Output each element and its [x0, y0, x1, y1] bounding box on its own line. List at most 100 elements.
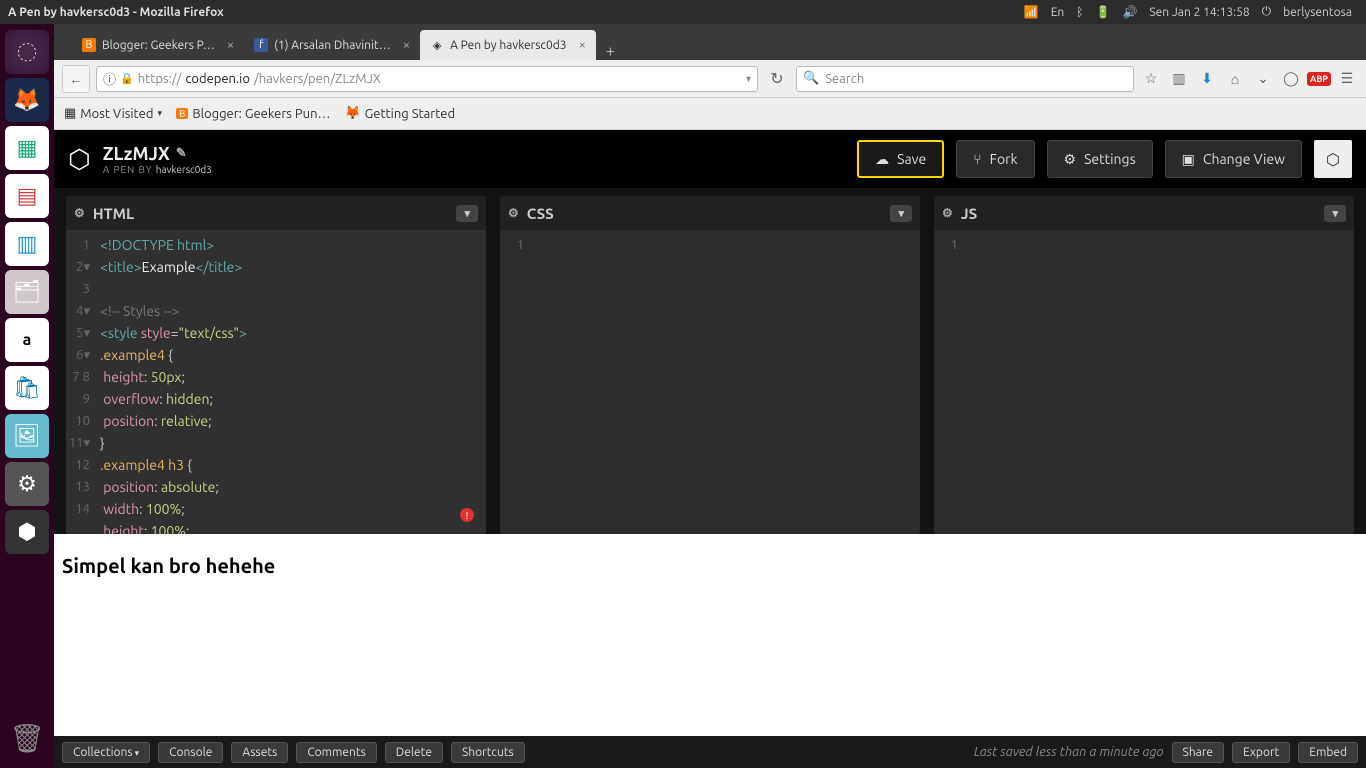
reload-button[interactable]: ↻ [764, 69, 790, 88]
software-center-icon[interactable]: 🛍 [5, 366, 49, 410]
gear-icon[interactable]: ⚙ [508, 206, 519, 220]
libreoffice-writer-icon[interactable]: ▥ [5, 222, 49, 266]
author-link[interactable]: havkersc0d3 [156, 164, 212, 175]
download-icon[interactable]: ⬇ [1196, 70, 1218, 87]
wifi-icon[interactable]: 📶 [1024, 5, 1039, 19]
codepen-footer: Collections Console Assets Comments Dele… [54, 736, 1366, 768]
firefox-icon: 🦊 [344, 106, 360, 121]
chevron-down-icon[interactable]: ▾ [1324, 205, 1346, 222]
codepen-favicon-icon: ◈ [430, 38, 444, 52]
abp-icon[interactable]: ABP [1308, 72, 1330, 86]
bookmark-blogger[interactable]: BBlogger: Geekers Pun… [176, 107, 331, 121]
battery-icon[interactable]: 🔋 [1095, 5, 1110, 19]
firefox-icon[interactable]: 🦊 [5, 78, 49, 122]
css-code[interactable] [530, 230, 920, 534]
chevron-down-icon[interactable]: ▾ [456, 205, 478, 222]
bookmarks-toolbar: ▦Most Visited▾ BBlogger: Geekers Pun… 🦊G… [54, 98, 1366, 130]
system-menubar: A Pen by havkersc0d3 - Mozilla Firefox 📶… [0, 0, 1366, 24]
gear-icon[interactable]: ⚙ [74, 206, 85, 220]
devtool-icon[interactable]: ⬢ [5, 510, 49, 554]
pocket-icon[interactable]: ⌄ [1252, 70, 1274, 87]
codepen-logo-icon[interactable]: ⬡ [68, 144, 91, 175]
output-text: Simpel kan bro hehehe [62, 554, 275, 577]
photos-icon[interactable]: 🖼 [5, 414, 49, 458]
gear-icon: ⚙ [1064, 151, 1077, 168]
settings-button[interactable]: ⚙Settings [1047, 140, 1153, 178]
gear-icon[interactable]: ⚙ [942, 206, 953, 220]
amazon-icon[interactable]: a [5, 318, 49, 362]
save-button[interactable]: ☁Save [857, 140, 944, 178]
line-gutter: 1 2▾ 3 4▾ 5▾ 6▾ 7 8 9 10 11▾ 12 13 14 [66, 230, 96, 534]
close-icon[interactable]: × [403, 38, 410, 52]
bookmark-getting-started[interactable]: 🦊Getting Started [344, 106, 455, 121]
url-dropdown-icon[interactable]: ▾ [746, 73, 751, 85]
search-bar[interactable]: 🔍 Search [796, 66, 1134, 92]
comments-button[interactable]: Comments [296, 742, 376, 763]
back-button[interactable]: ← [62, 65, 90, 93]
libreoffice-calc-icon[interactable]: ▦ [5, 126, 49, 170]
export-button[interactable]: Export [1232, 742, 1290, 763]
change-view-button[interactable]: ▣Change View [1165, 140, 1302, 178]
bookmark-most-visited[interactable]: ▦Most Visited▾ [64, 106, 162, 121]
html-editor: ⚙ HTML ▾ 1 2▾ 3 4▾ 5▾ 6▾ 7 8 9 10 11▾ 12… [66, 196, 486, 534]
blogger-favicon-icon: B [82, 38, 96, 52]
delete-button[interactable]: Delete [385, 742, 443, 763]
bookmark-star-icon[interactable]: ☆ [1140, 70, 1162, 87]
trash-icon[interactable]: 🗑 [5, 716, 49, 760]
dash-icon[interactable]: ◌ [5, 30, 49, 74]
menu-icon[interactable]: ☰ [1336, 70, 1358, 87]
home-icon[interactable]: ⌂ [1224, 71, 1246, 87]
window-title: A Pen by havkersc0d3 - Mozilla Firefox [8, 6, 224, 19]
js-code-area[interactable]: 1 [934, 230, 1354, 534]
embed-button[interactable]: Embed [1298, 742, 1358, 763]
console-button[interactable]: Console [158, 742, 223, 763]
clock[interactable]: Sen Jan 2 14:13:58 [1149, 6, 1249, 19]
files-icon[interactable]: 🗂 [5, 270, 49, 314]
js-editor: ⚙ JS ▾ 1 [934, 196, 1354, 534]
shortcuts-button[interactable]: Shortcuts [451, 742, 525, 763]
fork-button[interactable]: ⑂Fork [956, 140, 1034, 178]
editor-row: ⚙ HTML ▾ 1 2▾ 3 4▾ 5▾ 6▾ 7 8 9 10 11▾ 12… [54, 188, 1366, 534]
html-editor-header[interactable]: ⚙ HTML ▾ [66, 196, 486, 230]
close-icon[interactable]: × [227, 38, 234, 52]
html-code-area[interactable]: 1 2▾ 3 4▾ 5▾ 6▾ 7 8 9 10 11▾ 12 13 14 <!… [66, 230, 486, 534]
fork-icon: ⑂ [973, 151, 981, 167]
html-code[interactable]: <!DOCTYPE html> <title>Example</title> <… [96, 230, 486, 534]
bluetooth-icon[interactable]: ᛒ [1076, 6, 1083, 19]
firefox-window: B Blogger: Geekers P… × f (1) Arsalan Dh… [54, 24, 1366, 768]
libreoffice-impress-icon[interactable]: ▤ [5, 174, 49, 218]
js-editor-header[interactable]: ⚙ JS ▾ [934, 196, 1354, 230]
css-editor-header[interactable]: ⚙ CSS ▾ [500, 196, 920, 230]
user-avatar[interactable]: ⬡ [1314, 140, 1352, 178]
library-icon[interactable]: ▥ [1168, 70, 1190, 87]
lang-indicator[interactable]: En [1051, 6, 1065, 19]
tab-label: (1) Arsalan Dhavinit… [274, 39, 391, 52]
new-tab-button[interactable]: + [596, 42, 625, 60]
assets-button[interactable]: Assets [231, 742, 288, 763]
settings-icon[interactable]: ⚙ [5, 462, 49, 506]
power-icon[interactable]: ⏻ [1262, 5, 1272, 19]
volume-icon[interactable]: 🔊 [1122, 5, 1137, 19]
tab-blogger[interactable]: B Blogger: Geekers P… × [72, 30, 244, 60]
css-editor: ⚙ CSS ▾ 1 [500, 196, 920, 534]
pen-title[interactable]: ZLzMJX [103, 144, 170, 164]
output-preview[interactable]: Simpel kan bro hehehe [54, 534, 1366, 736]
shield-icon[interactable]: ◯ [1280, 70, 1302, 87]
layout-icon: ▣ [1182, 151, 1195, 168]
search-icon: 🔍 [803, 71, 819, 86]
error-marker-icon[interactable]: ! [460, 508, 474, 522]
collections-button[interactable]: Collections [62, 742, 150, 763]
chevron-down-icon[interactable]: ▾ [890, 205, 912, 222]
lock-icon: 🔒 [120, 72, 134, 85]
tab-codepen[interactable]: ◈ A Pen by havkersc0d3 × [420, 30, 596, 60]
js-code[interactable] [964, 230, 1354, 534]
url-bar[interactable]: ⓘ 🔒 https://codepen.io/havkers/pen/ZLzMJ… [96, 66, 758, 92]
share-button[interactable]: Share [1172, 742, 1224, 763]
tab-facebook[interactable]: f (1) Arsalan Dhavinit… × [244, 30, 420, 60]
css-code-area[interactable]: 1 [500, 230, 920, 534]
info-icon[interactable]: ⓘ [103, 69, 116, 88]
username[interactable]: berlysentosa [1283, 6, 1352, 19]
close-icon[interactable]: × [579, 38, 586, 52]
tab-label: Blogger: Geekers P… [102, 39, 215, 52]
edit-title-icon[interactable]: ✎ [176, 146, 187, 161]
